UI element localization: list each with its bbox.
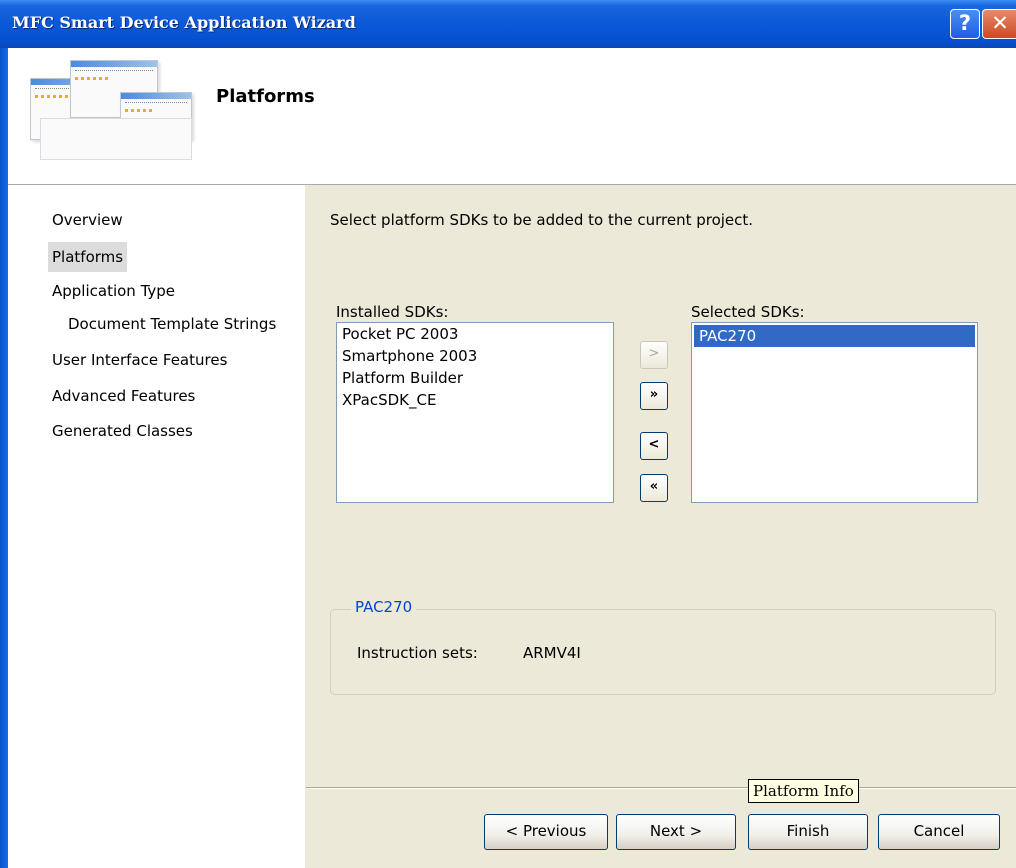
nav-item-user-interface-features[interactable]: User Interface Features — [48, 345, 231, 375]
window-title: MFC Smart Device Application Wizard — [12, 13, 356, 32]
cancel-button[interactable]: Cancel — [878, 814, 1000, 850]
nav-item-application-type[interactable]: Application Type — [48, 276, 179, 306]
list-item[interactable]: Pocket PC 2003 — [337, 323, 613, 345]
installed-sdks-list[interactable]: Pocket PC 2003 Smartphone 2003 Platform … — [336, 322, 614, 503]
wizard-nav: Overview Platforms Application Type Docu… — [8, 185, 305, 868]
installed-sdks-label: Installed SDKs: — [336, 303, 449, 321]
list-item[interactable]: Platform Builder — [337, 367, 613, 389]
page-title: Platforms — [216, 86, 315, 107]
finish-button[interactable]: Finish — [748, 814, 868, 850]
platform-info-group: PAC270 Instruction sets: ARMV4I — [330, 598, 996, 695]
next-button[interactable]: Next > — [616, 814, 736, 850]
remove-sdk-button[interactable]: < — [640, 432, 668, 460]
instruction-text: Select platform SDKs to be added to the … — [330, 211, 754, 229]
wizard-header: Platforms — [8, 48, 1016, 185]
platform-info-tooltip: Platform Info — [748, 779, 859, 803]
help-button[interactable]: ? — [950, 9, 980, 39]
add-all-sdks-button[interactable]: » — [640, 382, 668, 410]
list-item[interactable]: XPacSDK_CE — [337, 389, 613, 411]
list-item[interactable]: Smartphone 2003 — [337, 345, 613, 367]
wizard-main: Select platform SDKs to be added to the … — [306, 185, 1016, 868]
add-sdk-button[interactable]: > — [640, 341, 668, 369]
list-item[interactable]: PAC270 — [694, 325, 975, 347]
platform-info-title: PAC270 — [351, 598, 417, 616]
nav-item-platforms[interactable]: Platforms — [48, 242, 128, 272]
close-button[interactable]: ✕ — [982, 9, 1016, 39]
nav-item-overview[interactable]: Overview — [48, 205, 127, 235]
selected-sdks-label: Selected SDKs: — [691, 303, 805, 321]
instruction-sets-label: Instruction sets: — [357, 644, 478, 662]
nav-item-generated-classes[interactable]: Generated Classes — [48, 416, 197, 446]
remove-all-sdks-button[interactable]: « — [640, 474, 668, 502]
wizard-window: MFC Smart Device Application Wizard ? ✕ … — [0, 0, 1016, 868]
selected-sdks-list[interactable]: PAC270 — [691, 322, 978, 503]
previous-button[interactable]: < Previous — [484, 814, 608, 850]
footer-separator — [306, 787, 1016, 789]
instruction-sets-value: ARMV4I — [523, 644, 581, 662]
nav-item-advanced-features[interactable]: Advanced Features — [48, 381, 199, 411]
wizard-windows-icon — [26, 56, 206, 176]
title-bar[interactable]: MFC Smart Device Application Wizard ? ✕ — [0, 0, 1016, 48]
nav-item-document-template-strings[interactable]: Document Template Strings — [64, 309, 280, 339]
window-frame-left — [0, 48, 8, 868]
